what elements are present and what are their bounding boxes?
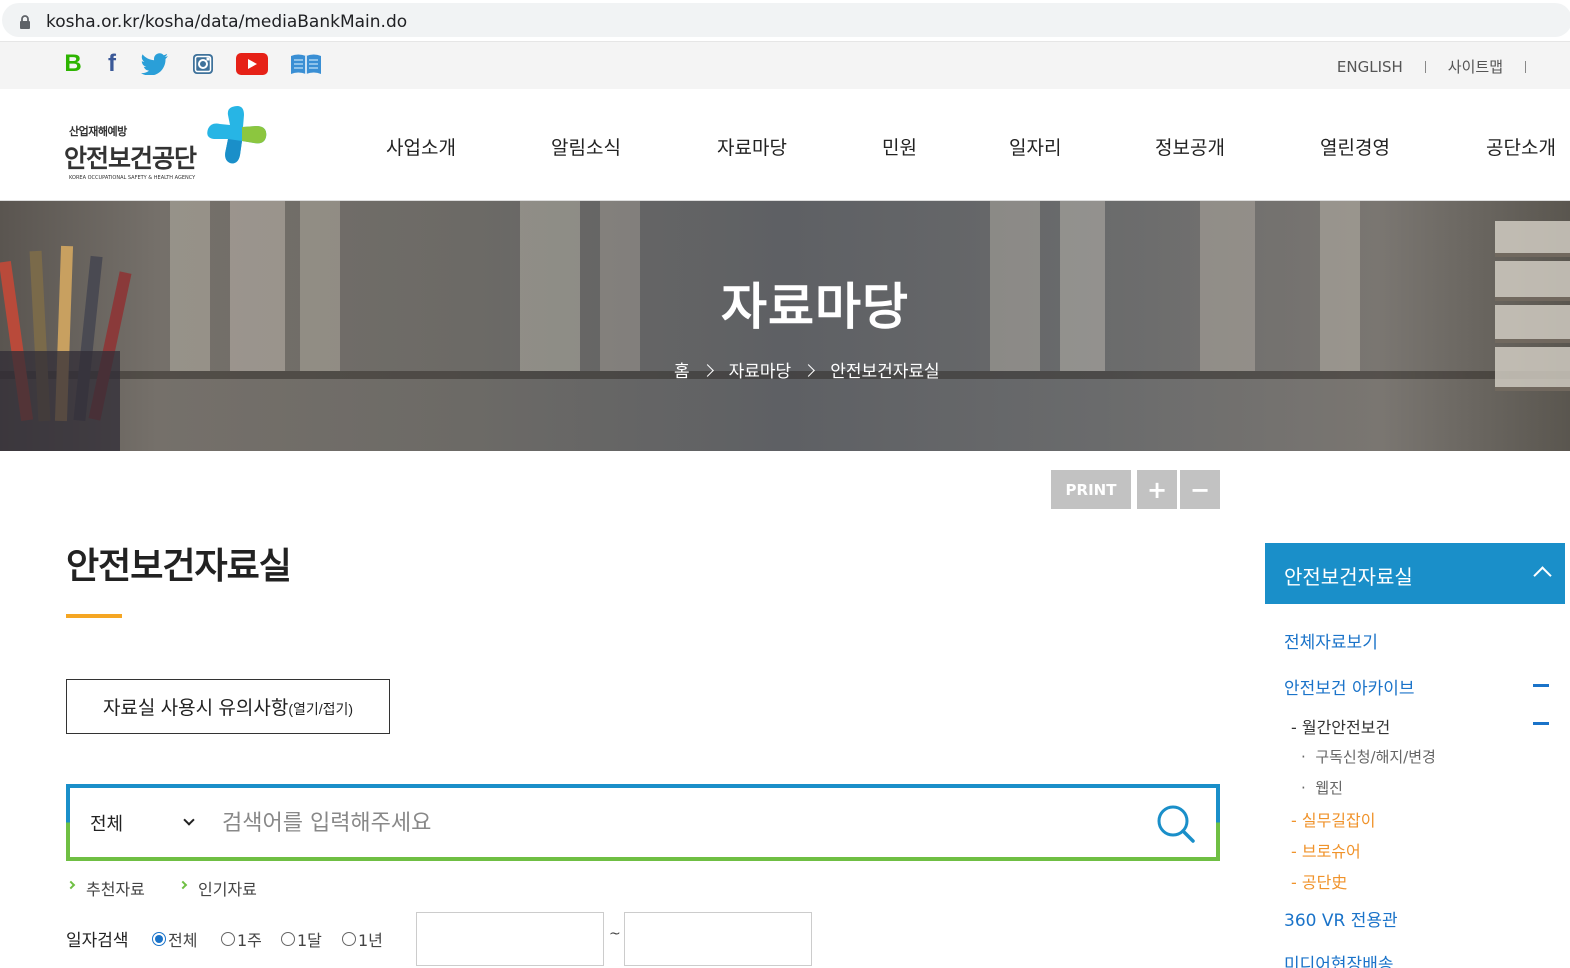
- search-icon[interactable]: [1156, 804, 1196, 844]
- address-field[interactable]: kosha.or.kr/kosha/data/mediaBankMain.do: [2, 3, 1570, 37]
- collapse-icon[interactable]: [1533, 722, 1549, 725]
- sidenav-item-brochure[interactable]: - 브로슈어: [1291, 838, 1361, 862]
- gnb-jobs[interactable]: 일자리: [1009, 133, 1061, 160]
- radio-month[interactable]: 1달: [281, 927, 322, 951]
- sidenav-item-guide[interactable]: - 실무길잡이: [1291, 807, 1375, 831]
- gnb-management[interactable]: 열린경영: [1320, 133, 1390, 160]
- radio-button[interactable]: [281, 932, 295, 946]
- divider: [1424, 60, 1426, 73]
- sitemap-link[interactable]: 사이트맵: [1448, 56, 1503, 77]
- kosha-logo[interactable]: 산업재해예방 안전보건공단 KOREA OCCUPATIONAL SAFETY …: [64, 105, 274, 185]
- gnb-disclosure[interactable]: 정보공개: [1155, 133, 1225, 160]
- site-header: 산업재해예방 안전보건공단 KOREA OCCUPATIONAL SAFETY …: [0, 89, 1570, 201]
- date-search-label: 일자검색: [66, 931, 129, 951]
- sidenav-item-subscribe-label: 구독신청/해지/변경: [1315, 748, 1436, 766]
- sidenav-item-all[interactable]: 전체자료보기: [1284, 628, 1378, 653]
- recommended-link[interactable]: 추천자료: [66, 876, 145, 900]
- breadcrumb-current[interactable]: 안전보건자료실: [830, 357, 939, 382]
- start-date-input[interactable]: [416, 912, 604, 966]
- sidenav-header[interactable]: 안전보건자료실: [1265, 543, 1565, 604]
- radio-year[interactable]: 1년: [342, 927, 383, 951]
- radio-label: 1주: [237, 931, 262, 950]
- chevron-up-icon[interactable]: [1533, 566, 1552, 585]
- twitter-icon[interactable]: [140, 51, 170, 77]
- end-date-input[interactable]: [624, 912, 812, 966]
- radio-label: 1년: [358, 931, 383, 950]
- logo-cross-icon: [207, 106, 267, 164]
- notice-toggle-button[interactable]: 자료실 사용시 유의사항 (열기/접기): [66, 679, 390, 734]
- english-link[interactable]: ENGLISH: [1337, 58, 1403, 76]
- gnb-business[interactable]: 사업소개: [386, 133, 456, 160]
- notice-label: 자료실 사용시 유의사항: [102, 698, 289, 719]
- banner-decoration: [0, 351, 120, 451]
- breadcrumb-home[interactable]: 홈: [674, 357, 690, 382]
- ebook-icon[interactable]: [290, 51, 322, 77]
- logo-english-text: KOREA OCCUPATIONAL SAFETY & HEALTH AGENC…: [69, 175, 196, 181]
- date-range-separator: ~: [609, 926, 621, 942]
- facebook-icon[interactable]: f: [102, 50, 122, 77]
- youtube-icon[interactable]: [235, 51, 269, 77]
- zoom-in-button[interactable]: +: [1137, 470, 1177, 509]
- gnb-data[interactable]: 자료마당: [717, 133, 787, 160]
- zoom-out-button[interactable]: −: [1180, 470, 1220, 509]
- chevron-right-icon: [178, 880, 188, 890]
- gnb-news[interactable]: 알림소식: [551, 133, 621, 160]
- sidenav-item-archive[interactable]: 안전보건 아카이브: [1284, 674, 1415, 699]
- blog-icon[interactable]: B: [62, 50, 84, 77]
- utility-bar: B f ENGLISH 사이트맵: [0, 41, 1570, 89]
- chevron-right-icon: [66, 880, 76, 890]
- banner-decoration: [1495, 347, 1570, 391]
- sidenav-item-subscribe[interactable]: · 구독신청/해지/변경: [1301, 746, 1436, 767]
- url-text: kosha.or.kr/kosha/data/mediaBankMain.do: [46, 12, 408, 32]
- sidenav-item-monthly-label: 월간안전보건: [1301, 718, 1391, 737]
- date-search: 일자검색 전체 1주 1달 1년 ~: [66, 912, 826, 966]
- sidenav-item-history[interactable]: - 공단史: [1291, 869, 1347, 893]
- collapse-icon[interactable]: [1533, 684, 1549, 687]
- banner-decoration: [1495, 221, 1570, 257]
- logo-small-text: 산업재해예방: [69, 125, 127, 138]
- sidenav-item-vr[interactable]: 360 VR 전용관: [1284, 906, 1398, 931]
- browser-address-bar: kosha.or.kr/kosha/data/mediaBankMain.do: [0, 0, 1570, 40]
- breadcrumb: 홈 자료마당 안전보건자료실: [674, 357, 940, 382]
- page-title: 안전보건자료실: [66, 546, 292, 587]
- sidenav-item-history-label: 공단史: [1301, 873, 1348, 892]
- divider: [1525, 60, 1526, 73]
- radio-label: 1달: [297, 931, 322, 950]
- gnb-civil[interactable]: 민원: [882, 133, 917, 160]
- sidenav-item-monthly[interactable]: - 월간안전보건: [1291, 714, 1390, 738]
- print-button[interactable]: PRINT: [1051, 470, 1131, 509]
- sidenav-item-brochure-label: 브로슈어: [1301, 842, 1361, 861]
- sidenav-item-guide-label: 실무길잡이: [1301, 811, 1376, 830]
- breadcrumb-data[interactable]: 자료마당: [729, 357, 792, 382]
- popular-link[interactable]: 인기자료: [178, 876, 257, 900]
- radio-button[interactable]: [342, 932, 356, 946]
- lock-icon: [20, 15, 30, 29]
- chevron-right-icon: [700, 364, 714, 377]
- chevron-right-icon: [802, 364, 816, 377]
- sidenav-item-webzine[interactable]: · 웹진: [1301, 777, 1343, 798]
- logo-main-text: 안전보건공단: [64, 144, 197, 173]
- search-category-select[interactable]: 전체: [90, 810, 123, 836]
- sidenav-item-webzine-label: 웹진: [1315, 779, 1343, 797]
- instagram-icon[interactable]: [190, 51, 216, 77]
- search-input[interactable]: [222, 802, 1122, 844]
- banner-title: 자료마당: [721, 278, 909, 336]
- sidenav-item-media[interactable]: 미디어현장배송: [1284, 950, 1393, 968]
- title-underline: [66, 614, 122, 618]
- gnb-about[interactable]: 공단소개: [1486, 133, 1556, 160]
- sidenav-title: 안전보건자료실: [1284, 565, 1413, 589]
- hero-banner: 자료마당 홈 자료마당 안전보건자료실: [0, 201, 1570, 451]
- recommended-label: 추천자료: [86, 880, 145, 899]
- radio-all[interactable]: 전체: [152, 927, 197, 951]
- radio-week[interactable]: 1주: [221, 927, 262, 951]
- search-box: 전체: [66, 784, 1220, 861]
- notice-toggle-hint: (열기/접기): [288, 700, 354, 717]
- radio-button[interactable]: [152, 932, 166, 946]
- radio-label: 전체: [168, 931, 198, 950]
- chevron-down-icon[interactable]: [183, 814, 195, 826]
- radio-button[interactable]: [221, 932, 235, 946]
- popular-label: 인기자료: [198, 880, 257, 899]
